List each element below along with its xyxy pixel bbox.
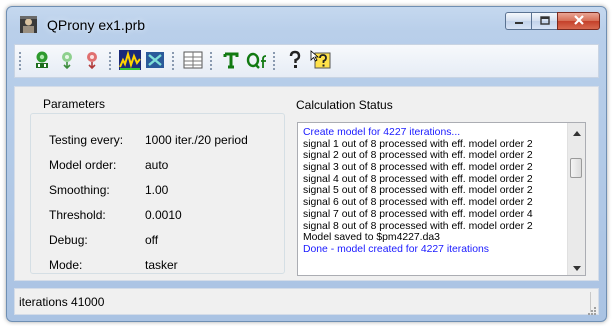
run-model-button[interactable] bbox=[30, 50, 54, 74]
scroll-up-button[interactable] bbox=[568, 123, 585, 140]
context-help-button[interactable] bbox=[309, 49, 333, 75]
param-label: Model order: bbox=[49, 158, 117, 172]
scroll-thumb[interactable] bbox=[570, 158, 582, 178]
status-line: Model saved to $pm4227.da3 bbox=[303, 232, 440, 244]
toolbar-grip[interactable] bbox=[19, 52, 21, 72]
status-line: signal 4 out of 8 processed with eff. mo… bbox=[303, 173, 533, 185]
param-value: 1.00 bbox=[145, 183, 169, 197]
param-label: Mode: bbox=[49, 258, 83, 272]
table-button[interactable] bbox=[181, 50, 205, 74]
param-value: tasker bbox=[145, 258, 178, 272]
status-line: signal 1 out of 8 processed with eff. mo… bbox=[303, 138, 533, 150]
toolbar bbox=[14, 44, 599, 78]
status-line: signal 6 out of 8 processed with eff. mo… bbox=[303, 197, 533, 209]
param-value: auto bbox=[145, 158, 169, 172]
unload-icon bbox=[82, 50, 102, 75]
scroll-up-icon bbox=[572, 123, 581, 141]
title-bar[interactable]: QProny ex1.prb bbox=[7, 7, 606, 36]
parameters-heading: Parameters bbox=[39, 97, 110, 111]
app-icon bbox=[20, 16, 37, 33]
unload-button[interactable] bbox=[80, 50, 104, 74]
text-icon bbox=[221, 50, 241, 75]
param-label: Testing every: bbox=[49, 133, 124, 147]
minimize-icon bbox=[514, 12, 524, 30]
close-button[interactable] bbox=[557, 12, 600, 30]
calculation-status-heading: Calculation Status bbox=[296, 98, 393, 112]
param-value: 0.0010 bbox=[145, 208, 182, 222]
spectrum-button[interactable] bbox=[118, 49, 142, 75]
spectrum-icon bbox=[119, 49, 141, 75]
minimize-button[interactable] bbox=[505, 12, 531, 30]
help-icon bbox=[285, 50, 305, 75]
context-help-icon bbox=[310, 49, 332, 75]
maximize-icon bbox=[539, 12, 550, 30]
param-value: off bbox=[145, 233, 159, 247]
clear-button[interactable] bbox=[143, 50, 167, 74]
status-line: Done - model created for 4227 iterations bbox=[303, 243, 489, 255]
param-label: Debug: bbox=[49, 233, 88, 247]
status-line: signal 3 out of 8 processed with eff. mo… bbox=[303, 162, 533, 174]
status-line: signal 8 out of 8 processed with eff. mo… bbox=[303, 220, 533, 232]
window-title: QProny ex1.prb bbox=[47, 17, 146, 33]
status-line: signal 5 out of 8 processed with eff. mo… bbox=[303, 185, 533, 197]
scroll-down-icon bbox=[572, 258, 581, 276]
toolbar-separator bbox=[172, 52, 174, 72]
close-icon bbox=[573, 12, 585, 30]
run-model-icon bbox=[32, 50, 52, 75]
scroll-down-button[interactable] bbox=[568, 258, 585, 275]
load-button[interactable] bbox=[55, 50, 79, 74]
status-line: signal 2 out of 8 processed with eff. mo… bbox=[303, 150, 533, 162]
toolbar-separator bbox=[273, 52, 275, 72]
status-bar-text: iterations 41000 bbox=[19, 295, 105, 309]
status-lines: Create model for 4227 iterations... sign… bbox=[303, 127, 567, 256]
main-window: QProny ex1.prb Parameters Testing every:… bbox=[6, 6, 607, 322]
caption-buttons bbox=[505, 12, 600, 30]
toolbar-separator bbox=[210, 52, 212, 72]
text-button[interactable] bbox=[219, 50, 243, 74]
vertical-scrollbar[interactable] bbox=[567, 123, 585, 275]
status-line: Create model for 4227 iterations... bbox=[303, 127, 461, 138]
toolbar-separator bbox=[109, 52, 111, 72]
maximize-button[interactable] bbox=[531, 12, 557, 30]
load-icon bbox=[57, 50, 77, 75]
param-label: Threshold: bbox=[49, 208, 106, 222]
status-bar: iterations 41000 bbox=[14, 288, 599, 315]
clear-icon bbox=[145, 50, 165, 75]
qf-button[interactable] bbox=[245, 50, 269, 74]
status-line: signal 7 out of 8 processed with eff. mo… bbox=[303, 208, 533, 220]
help-button[interactable] bbox=[283, 50, 307, 74]
calculation-status-list[interactable]: Create model for 4227 iterations... sign… bbox=[297, 122, 586, 276]
param-value: 1000 iter./20 period bbox=[145, 133, 248, 147]
qf-icon bbox=[246, 50, 268, 75]
table-icon bbox=[183, 51, 203, 74]
resize-grip-icon[interactable] bbox=[586, 302, 596, 315]
param-label: Smoothing: bbox=[49, 183, 110, 197]
client-area: Parameters Testing every: 1000 iter./20 … bbox=[14, 86, 599, 281]
